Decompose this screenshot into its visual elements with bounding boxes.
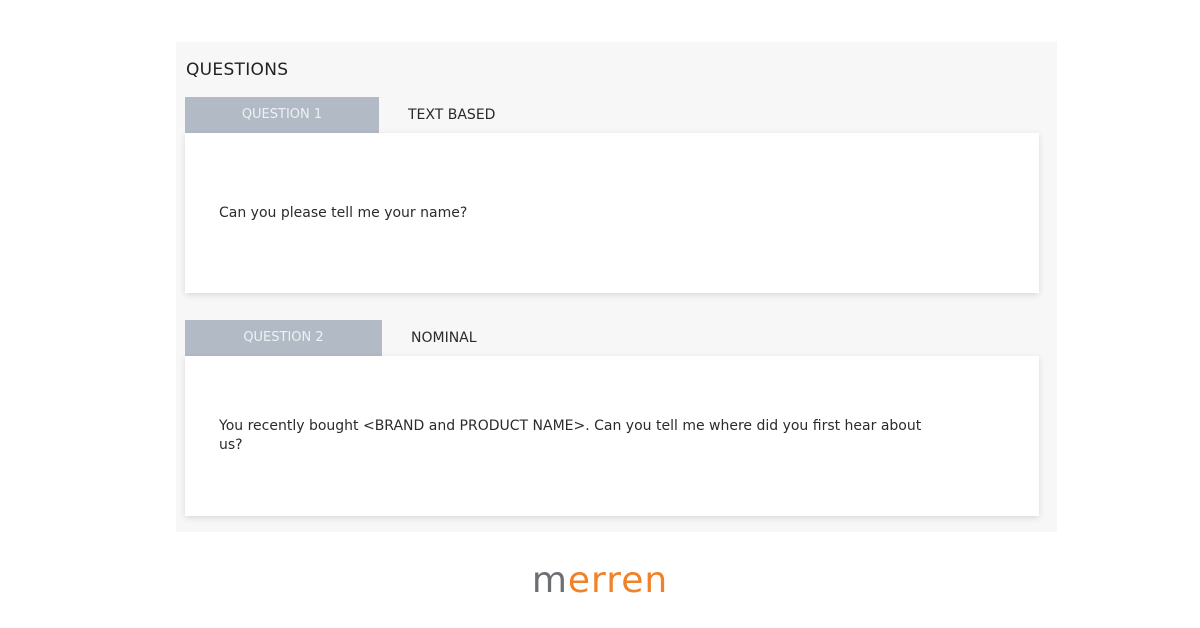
question-card-2[interactable]: You recently bought <BRAND and PRODUCT N… [185, 356, 1039, 516]
question-text: You recently bought <BRAND and PRODUCT N… [219, 418, 922, 453]
question-type-label: TEXT BASED [408, 107, 496, 123]
logo-letters-rest: erren [567, 560, 669, 601]
question-block-1: QUESTION 1 TEXT BASED Can you please tel… [185, 97, 1039, 293]
question-card-1[interactable]: Can you please tell me your name? [185, 133, 1039, 293]
section-title: QUESTIONS [186, 60, 289, 80]
question-header: QUESTION 1 TEXT BASED [185, 97, 1039, 133]
logo-letter-m: m [531, 560, 568, 601]
question-tab-1[interactable]: QUESTION 1 [185, 97, 379, 133]
question-type-label: NOMINAL [411, 330, 477, 346]
merren-logo: merren [0, 560, 1200, 601]
questions-panel: QUESTIONS QUESTION 1 TEXT BASED Can you … [176, 42, 1057, 532]
question-tab-2[interactable]: QUESTION 2 [185, 320, 382, 356]
question-header: QUESTION 2 NOMINAL [185, 320, 1039, 356]
question-text: Can you please tell me your name? [219, 205, 468, 221]
question-block-2: QUESTION 2 NOMINAL You recently bought <… [185, 320, 1039, 516]
